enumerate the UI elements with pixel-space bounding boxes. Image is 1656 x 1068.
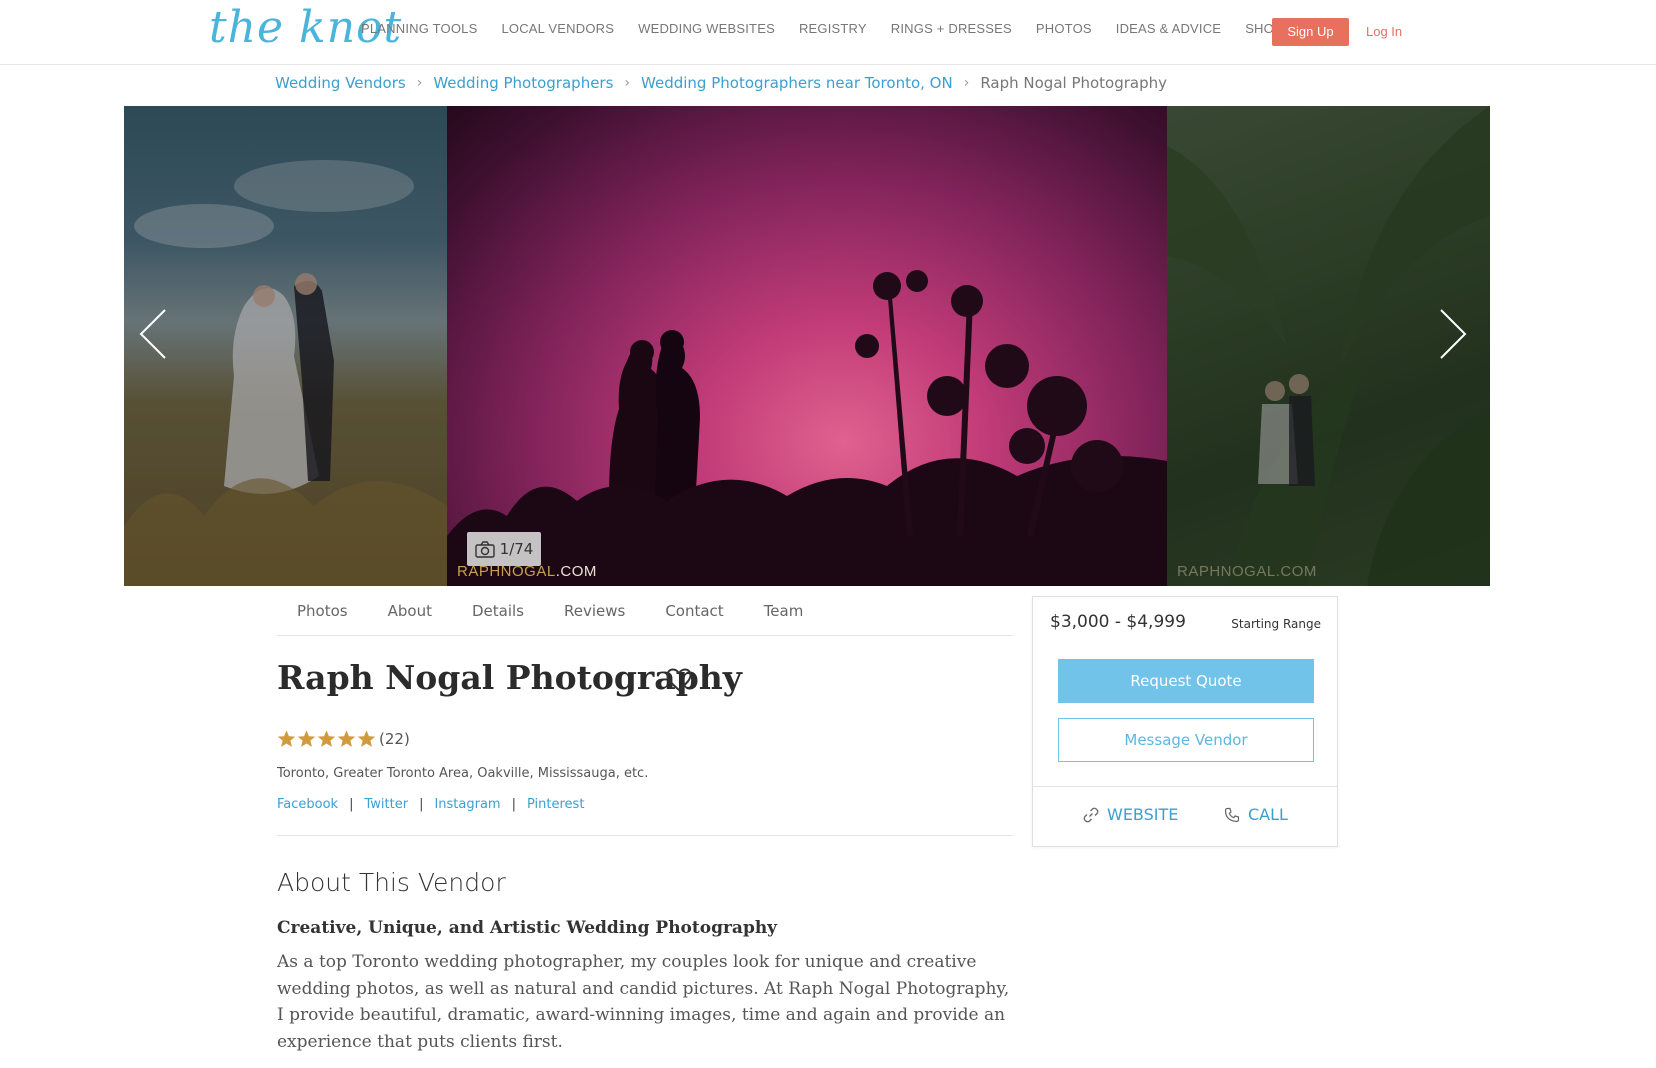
heart-icon (666, 668, 692, 692)
tab-about[interactable]: About (388, 602, 432, 620)
nav-wedding-websites[interactable]: WEDDING WEBSITES (638, 21, 775, 36)
gallery-next-button[interactable] (1438, 308, 1468, 364)
twitter-link[interactable]: Twitter (364, 797, 408, 812)
gallery-photo-current[interactable]: RAPHNOGAL.COM (447, 106, 1167, 586)
social-separator: | (419, 797, 424, 812)
nav-registry[interactable]: REGISTRY (799, 21, 867, 36)
tab-photos[interactable]: Photos (297, 602, 348, 620)
main-nav: PLANNING TOOLS LOCAL VENDORS WEDDING WEB… (361, 21, 1307, 36)
photo-gallery: RAPHNOGAL.COM RAPHNOGAL.COM 1/74 (124, 106, 1490, 586)
link-icon (1083, 807, 1099, 822)
photo-watermark: RAPHNOGAL.COM (1177, 563, 1317, 580)
tab-team[interactable]: Team (764, 602, 804, 620)
price-range: $3,000 - $4,999 (1050, 612, 1186, 632)
star-icon (357, 730, 376, 747)
photo-counter[interactable]: 1/74 (467, 532, 541, 566)
website-label: WEBSITE (1107, 805, 1179, 824)
nav-planning-tools[interactable]: PLANNING TOOLS (361, 21, 477, 36)
star-icon (337, 730, 356, 747)
nav-rings-dresses[interactable]: RINGS + DRESSES (891, 21, 1012, 36)
facebook-link[interactable]: Facebook (277, 797, 338, 812)
breadcrumb-wedding-vendors[interactable]: Wedding Vendors (275, 74, 406, 92)
chevron-left-icon (139, 309, 166, 359)
tab-details[interactable]: Details (472, 602, 524, 620)
gallery-photo-previous[interactable] (124, 106, 447, 586)
review-count[interactable]: (22) (379, 730, 410, 748)
nav-photos[interactable]: PHOTOS (1036, 21, 1092, 36)
silhouette-couple-illustration (447, 270, 1167, 586)
breadcrumb-photographers-toronto[interactable]: Wedding Photographers near Toronto, ON (641, 74, 953, 92)
photo-counter-text: 1/74 (499, 540, 534, 558)
sign-up-button[interactable]: Sign Up (1272, 18, 1349, 46)
star-icon (297, 730, 316, 747)
star-icon (317, 730, 336, 747)
website-link[interactable]: WEBSITE (1083, 805, 1178, 824)
about-body: As a top Toronto wedding photographer, m… (277, 952, 1010, 1052)
nav-ideas-advice[interactable]: IDEAS & ADVICE (1116, 21, 1221, 36)
section-divider (277, 835, 1013, 836)
watermark-suffix: .COM (555, 563, 597, 580)
social-links: Facebook | Twitter | Instagram | Pintere… (277, 797, 584, 812)
call-link[interactable]: CALL (1224, 805, 1288, 824)
site-header: the knot PLANNING TOOLS LOCAL VENDORS WE… (0, 0, 1656, 65)
social-separator: | (349, 797, 354, 812)
star-rating[interactable]: (22) (277, 730, 410, 748)
social-separator: | (511, 797, 516, 812)
instagram-link[interactable]: Instagram (434, 797, 500, 812)
breadcrumb-wedding-photographers[interactable]: Wedding Photographers (433, 74, 613, 92)
request-quote-button[interactable]: Request Quote (1058, 659, 1314, 703)
card-divider (1033, 786, 1337, 787)
star-icon (277, 730, 296, 747)
pinterest-link[interactable]: Pinterest (527, 797, 584, 812)
breadcrumb-current: Raph Nogal Photography (980, 74, 1168, 92)
tab-reviews[interactable]: Reviews (564, 602, 625, 620)
favorite-button[interactable] (666, 668, 692, 696)
gallery-prev-button[interactable] (138, 308, 168, 364)
breadcrumb-separator: › (624, 75, 631, 91)
call-label: CALL (1248, 805, 1288, 824)
price-label: Starting Range (1231, 617, 1321, 631)
phone-icon (1224, 807, 1240, 822)
nav-local-vendors[interactable]: LOCAL VENDORS (501, 21, 614, 36)
quote-card: $3,000 - $4,999 Starting Range Request Q… (1032, 596, 1338, 847)
tab-contact[interactable]: Contact (665, 602, 723, 620)
message-vendor-button[interactable]: Message Vendor (1058, 718, 1314, 762)
camera-icon (474, 540, 495, 558)
breadcrumb-separator: › (416, 75, 423, 91)
about-heading: About This Vendor (277, 868, 506, 897)
photo-overlay (124, 106, 447, 586)
breadcrumb: Wedding Vendors › Wedding Photographers … (275, 74, 1167, 92)
chevron-right-icon (1440, 309, 1467, 359)
log-in-link[interactable]: Log In (1366, 24, 1402, 39)
about-subheading: Creative, Unique, and Artistic Wedding P… (277, 918, 778, 938)
vendor-location: Toronto, Greater Toronto Area, Oakville,… (277, 766, 649, 781)
breadcrumb-separator: › (963, 75, 970, 91)
vendor-tabs: Photos About Details Reviews Contact Tea… (277, 587, 1013, 636)
